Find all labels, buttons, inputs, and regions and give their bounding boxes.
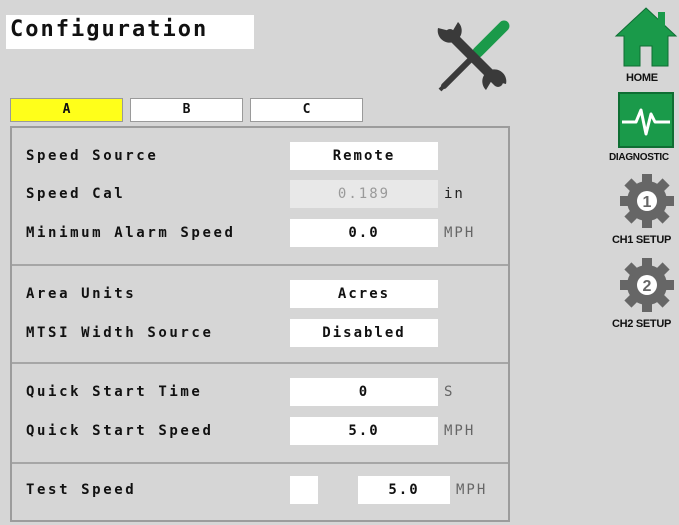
page-title: Configuration: [6, 15, 254, 49]
min-alarm-speed-label: Minimum Alarm Speed: [26, 225, 236, 241]
quick-start-time-row: Quick Start Time 0 S: [12, 378, 508, 408]
quick-start-speed-label: Quick Start Speed: [26, 423, 214, 439]
area-units-row: Area Units Acres: [12, 280, 508, 310]
home-icon: [614, 7, 678, 67]
test-speed-field[interactable]: 5.0: [358, 476, 450, 504]
area-units-field[interactable]: Acres: [290, 280, 438, 308]
mtsi-width-source-row: MTSI Width Source Disabled: [12, 319, 508, 349]
test-section: Test Speed 5.0 MPH: [12, 464, 508, 520]
wrench-screwdriver-icon: [437, 20, 510, 92]
speed-source-field[interactable]: Remote: [290, 142, 438, 170]
quick-start-speed-field[interactable]: 5.0: [290, 417, 438, 445]
diagnostic-button[interactable]: DIAGNOSTIC: [606, 92, 679, 168]
heartbeat-icon: [618, 92, 674, 148]
min-alarm-speed-row: Minimum Alarm Speed 0.0 MPH: [12, 219, 508, 249]
gear-1-icon: 1: [620, 174, 674, 228]
test-speed-label: Test Speed: [26, 482, 137, 498]
gear-2-icon: 2: [620, 258, 674, 312]
ch1-icon-number: 1: [643, 194, 652, 211]
speed-source-row: Speed Source Remote: [12, 142, 508, 172]
quick-start-speed-row: Quick Start Speed 5.0 MPH: [12, 417, 508, 447]
ch2-setup-button[interactable]: 2 CH2 SETUP: [606, 256, 679, 332]
min-alarm-speed-field[interactable]: 0.0: [290, 219, 438, 247]
diagnostic-label: DIAGNOSTIC: [609, 152, 669, 163]
tab-a[interactable]: A: [10, 98, 123, 122]
speed-cal-field: 0.189: [290, 180, 438, 208]
speed-source-label: Speed Source: [26, 148, 159, 164]
speed-cal-row: Speed Cal 0.189 in: [12, 180, 508, 210]
ch2-setup-label: CH2 SETUP: [612, 318, 672, 330]
test-speed-checkbox[interactable]: [290, 476, 318, 504]
tab-c[interactable]: C: [250, 98, 363, 122]
quick-start-time-label: Quick Start Time: [26, 384, 203, 400]
quick-start-time-field[interactable]: 0: [290, 378, 438, 406]
area-section: Area Units Acres MTSI Width Source Disab…: [12, 266, 508, 364]
speed-section: Speed Source Remote Speed Cal 0.189 in M…: [12, 128, 508, 266]
quick-start-time-unit: S: [444, 384, 455, 400]
speed-cal-label: Speed Cal: [26, 186, 126, 202]
tab-b[interactable]: B: [130, 98, 243, 122]
speed-cal-unit: in: [444, 186, 465, 202]
home-label: HOME: [626, 72, 658, 84]
ch1-setup-label: CH1 SETUP: [612, 234, 672, 246]
quick-start-section: Quick Start Time 0 S Quick Start Speed 5…: [12, 364, 508, 464]
ch1-setup-button[interactable]: 1 CH1 SETUP: [606, 172, 679, 248]
home-button[interactable]: HOME: [606, 6, 679, 88]
area-units-label: Area Units: [26, 286, 137, 302]
quick-start-speed-unit: MPH: [444, 423, 476, 439]
min-alarm-speed-unit: MPH: [444, 225, 476, 241]
mtsi-width-source-label: MTSI Width Source: [26, 325, 214, 341]
test-speed-unit: MPH: [456, 482, 488, 498]
ch2-icon-number: 2: [643, 278, 652, 295]
mtsi-width-source-field[interactable]: Disabled: [290, 319, 438, 347]
test-speed-row: Test Speed 5.0 MPH: [12, 476, 508, 506]
config-panel: Speed Source Remote Speed Cal 0.189 in M…: [10, 126, 510, 522]
